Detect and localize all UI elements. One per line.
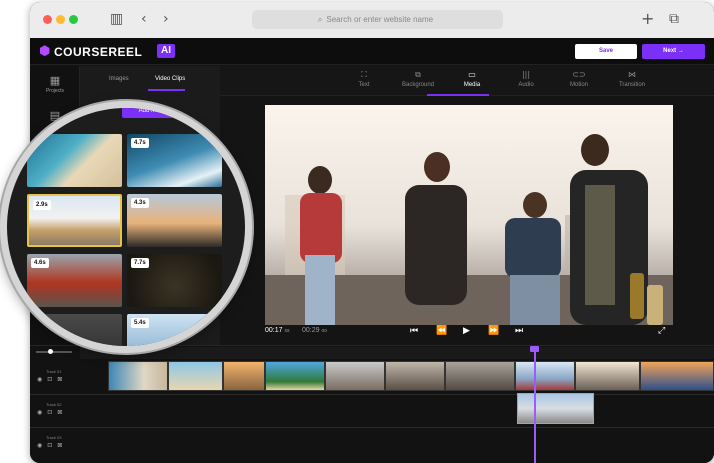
url-bar[interactable]: ⌕ Search or enter website name (252, 10, 503, 29)
clip-duration: 5.4s (131, 318, 149, 328)
preview-frame-image (265, 105, 673, 325)
tab-text[interactable]: ⛶ Text (334, 70, 394, 90)
tab-label: Motion (569, 82, 588, 88)
media-thumbnail[interactable] (27, 134, 122, 187)
fullscreen-icon[interactable]: ⤢ (658, 326, 665, 336)
grid-icon: ▦ (49, 74, 61, 87)
save-button[interactable]: Save (575, 44, 637, 59)
timeline-clip[interactable] (515, 361, 575, 391)
search-icon: ⌕ (317, 15, 323, 24)
timeline-clip-selected[interactable] (517, 393, 594, 424)
tab-video-clips[interactable]: Video Clips (155, 76, 185, 82)
logo-icon: ⬢ (39, 44, 51, 59)
forward-icon[interactable]: › (163, 10, 169, 28)
tab-transition[interactable]: ⋈ Transition (602, 70, 662, 90)
tool-tabs: ⛶ Text ⧉ Background ▭ Media ||| Audio ⊂⊃… (220, 66, 714, 96)
clip-duration: 4.7s (131, 138, 149, 148)
media-thumbnail[interactable]: 4.7s (127, 134, 222, 187)
next-button[interactable]: Next → (642, 44, 705, 59)
tab-motion[interactable]: ⊂⊃ Motion (549, 70, 609, 90)
total-time-value: 00:29 (302, 327, 320, 334)
video-preview[interactable] (265, 105, 673, 325)
minimize-window-button[interactable] (56, 15, 65, 24)
zoom-slider-handle[interactable] (48, 349, 53, 354)
play-icon[interactable]: ▶ (463, 326, 470, 336)
track-label: Track 01 (46, 369, 62, 374)
track-controls[interactable]: ◉⊡⊠ (37, 442, 67, 449)
timeline-clip[interactable] (265, 361, 325, 391)
motion-icon: ⊂⊃ (572, 70, 586, 79)
current-time-unit: ss (284, 328, 290, 334)
timeline-clip[interactable] (325, 361, 385, 391)
sidebar-icon[interactable]: ▥ (110, 10, 123, 28)
track-label: Track 03 (46, 435, 62, 440)
media-thumbnail[interactable]: 4.3s (127, 194, 222, 247)
clip-duration: 4.6s (31, 258, 49, 268)
total-time: 00:29 oo (302, 327, 327, 334)
timeline-clip[interactable] (108, 361, 168, 391)
current-time-value: 00:17 (265, 327, 283, 334)
clip-duration: 4.3s (131, 198, 149, 208)
zoom-magnifier: Add Media 4.7s 2.9s 4.3s 4.6s 7.7s 5.4s (0, 101, 252, 353)
media-thumbnail[interactable]: 4.6s (27, 254, 122, 307)
url-placeholder: Search or enter website name (326, 15, 434, 24)
tab-label: Transition (618, 82, 646, 88)
track-controls[interactable]: ◉⊡⊠ (37, 376, 67, 383)
tab-label: Audio (518, 82, 534, 88)
zoom-slider[interactable] (36, 351, 72, 353)
tab-images[interactable]: Images (109, 76, 129, 82)
close-window-button[interactable] (43, 15, 52, 24)
skip-forward-icon[interactable]: ⏭ (515, 326, 523, 336)
rewind-icon[interactable]: ⏪ (436, 326, 447, 336)
tab-label: Background (401, 82, 435, 88)
clip-duration: 7.7s (131, 258, 149, 268)
rail-item-projects[interactable]: ▦ Projects (30, 75, 80, 95)
browser-toolbar: ▥ ‹ › ⌕ Search or enter website name + ⧉ (30, 2, 714, 38)
current-time: 00:17 ss (265, 327, 289, 334)
track-controls[interactable]: ◉⊡⊠ (37, 409, 67, 416)
skip-back-icon[interactable]: ⏮ (410, 326, 418, 336)
timeline-clip[interactable] (168, 361, 223, 391)
timeline-clip[interactable] (640, 361, 714, 391)
active-tool-tab-indicator (427, 94, 489, 96)
background-icon: ⧉ (415, 70, 421, 79)
tab-label: Text (358, 82, 370, 88)
total-time-unit: oo (321, 328, 328, 334)
logo-ai-badge: AI (157, 44, 175, 58)
tab-media[interactable]: ▭ Media (442, 70, 502, 90)
timeline-clip[interactable] (385, 361, 445, 391)
track-divider (30, 427, 714, 428)
tabs-icon[interactable]: ⧉ (669, 10, 679, 28)
timeline-clip[interactable] (223, 361, 265, 391)
media-thumbnail[interactable]: 7.7s (127, 254, 222, 307)
transition-icon: ⋈ (628, 70, 636, 79)
audio-icon: ||| (521, 70, 531, 79)
track-divider (30, 394, 714, 395)
tab-background[interactable]: ⧉ Background (388, 70, 448, 90)
tab-label: Media (463, 82, 481, 88)
playhead[interactable] (534, 348, 536, 463)
tab-audio[interactable]: ||| Audio (496, 70, 556, 90)
clip-duration: 2.9s (33, 200, 51, 210)
maximize-window-button[interactable] (69, 15, 78, 24)
back-icon[interactable]: ‹ (141, 10, 147, 28)
active-tab-indicator (148, 89, 185, 91)
track-label: Track 02 (46, 402, 62, 407)
logo-text: COURSEREEL (54, 45, 143, 59)
rail-item-label: Projects (45, 88, 65, 94)
timeline-clip[interactable] (575, 361, 640, 391)
timeline-clip[interactable] (445, 361, 515, 391)
fast-forward-icon[interactable]: ⏩ (488, 326, 499, 336)
media-icon: ▭ (468, 70, 476, 79)
timeline-ruler[interactable] (80, 347, 714, 359)
text-icon: ⛶ (361, 70, 367, 79)
media-thumbnail-selected[interactable]: 2.9s (27, 194, 122, 247)
new-tab-icon[interactable]: + (641, 10, 654, 28)
